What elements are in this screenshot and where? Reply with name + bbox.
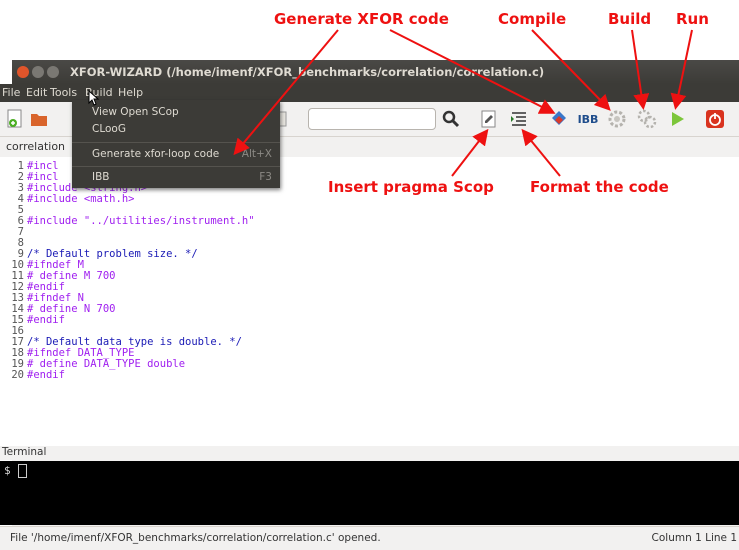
status-cursor-position: Column 1 Line 1 bbox=[651, 532, 737, 544]
new-file-icon bbox=[7, 109, 22, 128]
build-button[interactable] bbox=[636, 108, 658, 130]
status-message: File '/home/imenf/XFOR_benchmarks/correl… bbox=[10, 532, 381, 544]
generate-xfor-button[interactable] bbox=[548, 108, 570, 130]
format-code-button[interactable] bbox=[508, 108, 530, 130]
maximize-window-button[interactable] bbox=[47, 66, 59, 78]
menu-item-view-open-scop[interactable]: View Open SCop bbox=[92, 103, 272, 121]
run-button[interactable] bbox=[666, 108, 688, 130]
new-file-button[interactable] bbox=[4, 108, 26, 130]
terminal-prompt: $ bbox=[4, 464, 11, 477]
build-icon bbox=[637, 109, 657, 129]
compile-icon bbox=[608, 110, 626, 128]
generate-xfor-icon bbox=[552, 111, 566, 125]
code-line: 15 #endif bbox=[11, 314, 65, 326]
tools-menu: View Open SCop CLooG Generate xfor-loop … bbox=[72, 100, 280, 188]
menu-separator bbox=[72, 166, 280, 167]
open-folder-icon bbox=[31, 114, 47, 126]
search-button[interactable] bbox=[440, 108, 462, 130]
insert-pragma-icon bbox=[481, 110, 496, 128]
tab-correlation[interactable]: correlation bbox=[6, 140, 65, 153]
code-line: 20 #endif bbox=[11, 369, 65, 381]
annotation-format-code: Format the code bbox=[530, 178, 669, 196]
stop-button[interactable] bbox=[704, 108, 726, 130]
stop-icon bbox=[706, 110, 724, 128]
status-bar: File '/home/imenf/XFOR_benchmarks/correl… bbox=[0, 526, 739, 550]
search-input[interactable] bbox=[308, 108, 436, 130]
menu-separator bbox=[72, 142, 280, 143]
mouse-pointer-icon bbox=[88, 90, 100, 106]
title-bar: XFOR-WIZARD (/home/imenf/XFOR_benchmarks… bbox=[12, 60, 739, 84]
annotation-generate-xfor: Generate XFOR code bbox=[274, 10, 449, 28]
ibb-button[interactable]: IBB bbox=[574, 108, 602, 130]
run-icon bbox=[672, 112, 684, 126]
terminal-label: Terminal bbox=[0, 446, 739, 460]
menu-item-cloog[interactable]: CLooG bbox=[92, 120, 272, 138]
code-editor[interactable]: 1 #incl 2 #incl 3 #include <string.h> 4 #inc… bbox=[0, 157, 739, 446]
menu-edit[interactable]: Edit bbox=[26, 86, 47, 99]
menu-tools[interactable]: Tools bbox=[50, 86, 77, 99]
close-window-button[interactable] bbox=[17, 66, 29, 78]
search-icon bbox=[442, 110, 460, 128]
menu-file[interactable]: File bbox=[2, 86, 20, 99]
annotation-run: Run bbox=[676, 10, 709, 28]
annotation-build: Build bbox=[608, 10, 652, 28]
format-code-icon bbox=[511, 112, 526, 126]
menu-help[interactable]: Help bbox=[118, 86, 143, 99]
menu-item-generate-xfor[interactable]: Generate xfor-loop code Alt+X bbox=[92, 145, 272, 163]
window-title: XFOR-WIZARD (/home/imenf/XFOR_benchmarks… bbox=[70, 65, 545, 79]
menu-item-ibb[interactable]: IBB F3 bbox=[92, 168, 272, 186]
terminal-cursor bbox=[18, 464, 27, 478]
minimize-window-button[interactable] bbox=[32, 66, 44, 78]
terminal-panel[interactable]: $ bbox=[0, 461, 739, 525]
code-line: 6 #include "../utilities/instrument.h" bbox=[17, 215, 255, 227]
compile-button[interactable] bbox=[606, 108, 628, 130]
open-file-button[interactable] bbox=[28, 108, 50, 130]
annotation-compile: Compile bbox=[498, 10, 567, 28]
annotation-insert-pragma: Insert pragma Scop bbox=[328, 178, 494, 196]
insert-pragma-button[interactable] bbox=[478, 108, 500, 130]
